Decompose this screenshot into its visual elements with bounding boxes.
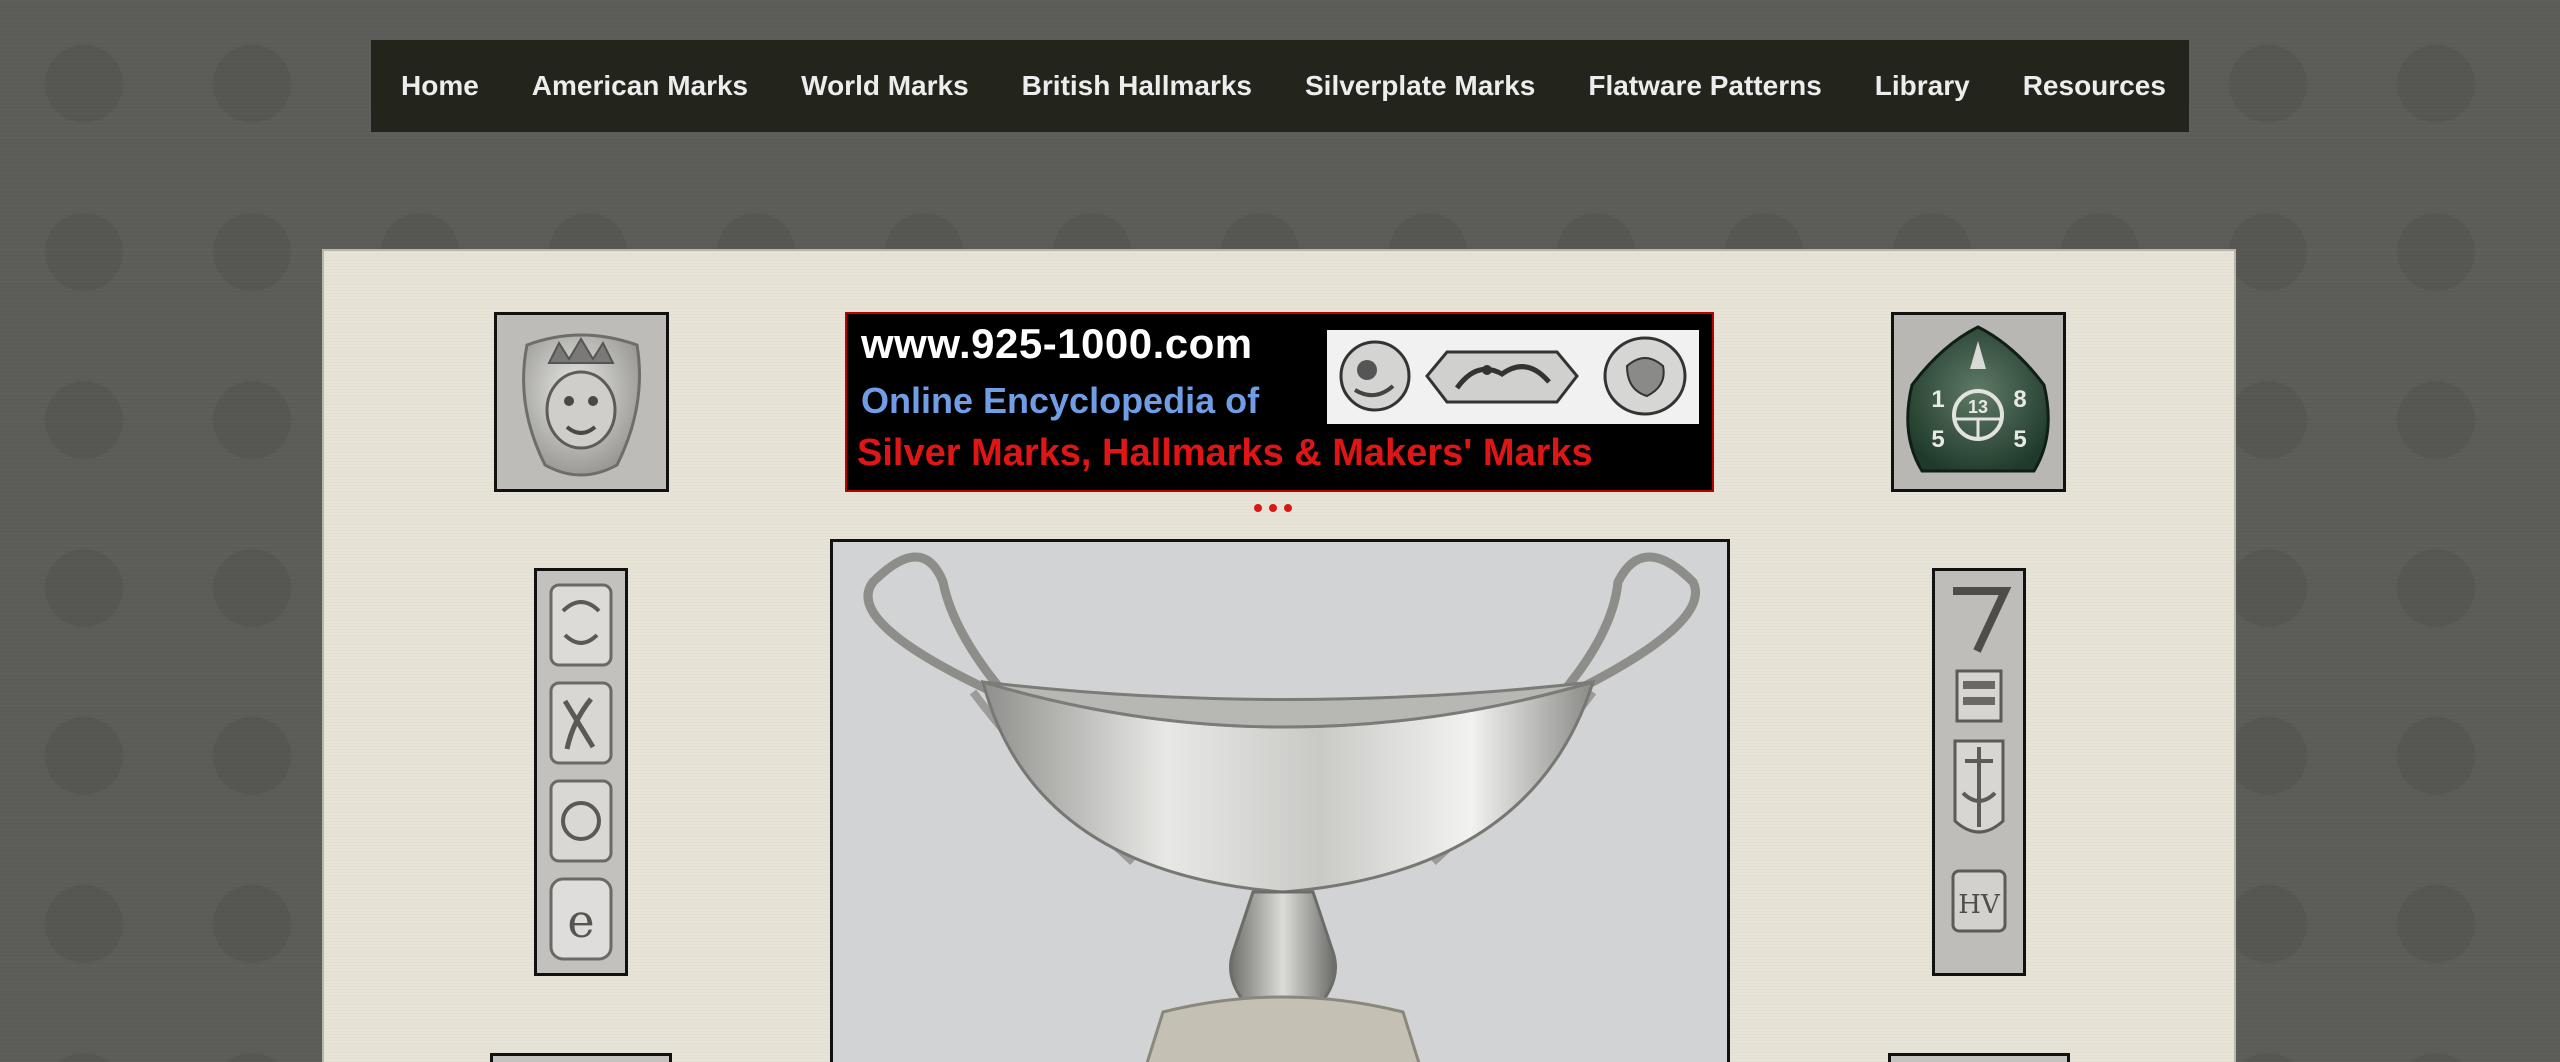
banner-url: www.925-1000.com — [861, 320, 1253, 367]
shield-center-number: 13 — [1968, 397, 1988, 417]
shield-13-mark-image: 13 1 8 5 5 — [1891, 312, 2066, 492]
shield-digit-left-top: 1 — [1931, 386, 1944, 413]
svg-text:HV: HV — [1958, 890, 2001, 920]
site-banner[interactable]: www.925-1000.com Online Encyclopedia of … — [845, 312, 1714, 492]
banner-subtitle: Online Encyclopedia of — [861, 380, 1260, 421]
hallmark-strip-graphic: e — [537, 571, 625, 973]
carousel-dot[interactable] — [1254, 504, 1262, 512]
crowned-face-mark-graphic — [497, 315, 666, 489]
crowned-face-mark-image — [494, 312, 669, 492]
featured-silver-photo[interactable] — [830, 539, 1730, 1062]
nav-world-marks[interactable]: World Marks — [801, 70, 969, 102]
carousel-dot[interactable] — [1284, 504, 1292, 512]
shield-digit-left-bottom: 5 — [1931, 426, 1944, 453]
svg-text:e: e — [567, 894, 594, 948]
continental-strip-graphic: HV — [1935, 571, 2023, 973]
nav-library[interactable]: Library — [1875, 70, 1970, 102]
nav-silverplate-marks[interactable]: Silverplate Marks — [1305, 70, 1535, 102]
carousel-dot[interactable] — [1269, 504, 1277, 512]
banner-title: Silver Marks, Hallmarks & Makers' Marks — [857, 432, 1593, 474]
nav-resources[interactable]: Resources — [2023, 70, 2166, 102]
shield-mark-graphic: 13 1 8 5 5 — [1894, 315, 2063, 489]
nav-home[interactable]: Home — [401, 70, 479, 102]
nav-british-hallmarks[interactable]: British Hallmarks — [1022, 70, 1252, 102]
nav-flatware-patterns[interactable]: Flatware Patterns — [1588, 70, 1821, 102]
coin-marks-graphic — [1327, 330, 1699, 424]
british-hallmark-strip-image: e — [534, 568, 628, 976]
shield-digit-right-bottom: 5 — [2013, 426, 2026, 453]
continental-hallmark-strip-image: HV — [1932, 568, 2026, 976]
nav-american-marks[interactable]: American Marks — [532, 70, 748, 102]
main-nav: Home American Marks World Marks British … — [371, 40, 2189, 132]
lower-left-mark-image — [490, 1053, 672, 1062]
carousel-dots[interactable] — [1254, 504, 1292, 512]
shield-digit-right-top: 8 — [2013, 386, 2026, 413]
lower-right-mark-image — [1888, 1053, 2070, 1062]
salt-cellar-graphic — [833, 542, 1727, 1062]
banner-coins-image — [1327, 330, 1699, 424]
